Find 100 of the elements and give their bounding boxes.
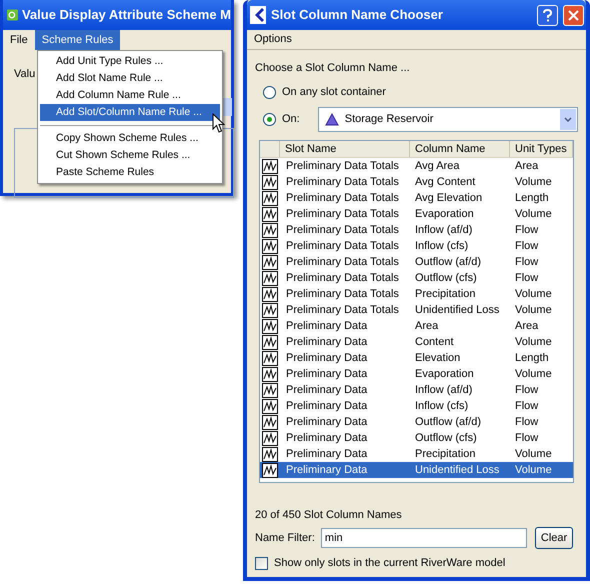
chart-icon (262, 206, 278, 222)
table-row[interactable]: Preliminary Data Area Area (260, 318, 573, 334)
table-cell-text: Inflow (af/d) (414, 222, 474, 238)
app-icon (250, 6, 266, 24)
chart-icon (262, 286, 278, 302)
table-row[interactable]: Preliminary Data Evaporation Volume (260, 366, 573, 382)
table-row[interactable]: Preliminary Data Totals Avg Elevation Length (260, 190, 573, 206)
menu-item[interactable]: Add Slot/Column Name Rule ... (40, 104, 220, 121)
table-cell-text: Avg Content (414, 174, 476, 190)
chart-icon (262, 446, 278, 462)
table-cell-text: Outflow (af/d) (414, 254, 482, 270)
table-row[interactable]: Preliminary Data Outflow (cfs) Flow (260, 430, 573, 446)
table-row[interactable]: Preliminary Data Elevation Length (260, 350, 573, 366)
clear-button[interactable]: Clear (534, 527, 574, 549)
checkbox-label: Show only slots in the current RiverWare model (274, 556, 506, 571)
table-row[interactable]: Preliminary Data Totals Avg Area Area (260, 158, 573, 174)
table-cell-text: Flow (514, 414, 540, 430)
radio-label: On any slot container (282, 84, 386, 100)
table-row[interactable]: Preliminary Data Totals Evaporation Volume (260, 206, 573, 222)
close-button[interactable] (563, 4, 584, 26)
table-cell-text: Inflow (cfs) (414, 238, 470, 254)
name-filter-field[interactable]: min (320, 528, 527, 548)
combo-value: Storage Reservoir (344, 112, 434, 127)
table-cell-text: Outflow (af/d) (414, 414, 482, 430)
table-cell-text: Avg Elevation (414, 190, 484, 206)
menu-item[interactable]: Add Column Name Rule ... (40, 87, 220, 104)
table-row[interactable]: Preliminary Data Inflow (af/d) Flow (260, 382, 573, 398)
table-row[interactable]: Preliminary Data Totals Inflow (af/d) Flow (260, 222, 573, 238)
table-cell-text: Preliminary Data (285, 446, 368, 462)
table-cell-text: Preliminary Data (285, 382, 368, 398)
checkbox[interactable] (255, 556, 268, 570)
table-cell-text: Preliminary Data Totals (285, 286, 400, 302)
table-cell-text: Preliminary Data (285, 414, 368, 430)
table-cell-text: Volume (514, 462, 553, 478)
help-button[interactable] (537, 4, 558, 26)
menu-title[interactable]: Options (247, 31, 299, 48)
table-cell-text: Elevation (414, 350, 462, 366)
question-mark-icon (543, 8, 552, 22)
table-cell-text: Precipitation (414, 446, 477, 462)
radio-button[interactable] (263, 112, 276, 126)
table-cell-text: Volume (514, 302, 553, 318)
table-row[interactable]: Preliminary Data Content Volume (260, 334, 573, 350)
chart-icon (262, 430, 278, 446)
table-cell-text: Avg Area (414, 158, 460, 174)
menu-item[interactable]: Cut Shown Scheme Rules ... (40, 147, 220, 164)
table-cell-text: Volume (514, 174, 553, 190)
table-cell-text: Outflow (cfs) (414, 270, 478, 286)
table-row[interactable]: Preliminary Data Totals Inflow (cfs) Flow (260, 238, 573, 254)
radio-button[interactable] (263, 86, 276, 98)
column-header[interactable]: Column Name (410, 141, 510, 157)
menu-title[interactable]: Scheme Rules (34, 30, 120, 50)
object-combo-box[interactable]: Storage Reservoir (318, 106, 578, 132)
table-cell-text: Preliminary Data Totals (285, 254, 400, 270)
table-cell-text: Evaporation (414, 366, 475, 382)
menu-item[interactable]: Add Unit Type Rules ... (40, 53, 220, 70)
table-cell-text: Preliminary Data (285, 318, 368, 334)
table-row[interactable]: Preliminary Data Totals Outflow (cfs) Flow (260, 270, 573, 286)
chart-icon (262, 366, 278, 382)
window-title: Value Display Attribute Scheme M (22, 6, 231, 24)
chart-icon (262, 318, 278, 334)
table-cell-text: Preliminary Data Totals (285, 270, 400, 286)
chart-icon (262, 462, 278, 478)
table-row[interactable]: Preliminary Data Outflow (af/d) Flow (260, 414, 573, 430)
table-row[interactable]: Preliminary Data Precipitation Volume (260, 446, 573, 462)
table-cell-text: Inflow (cfs) (414, 398, 470, 414)
table-cell-text: Preliminary Data Totals (285, 238, 400, 254)
table-cell-text: Area (514, 318, 540, 334)
table-row[interactable]: Preliminary Data Inflow (cfs) Flow (260, 398, 573, 414)
dropdown-button[interactable] (560, 108, 576, 130)
table-cell-text: Preliminary Data (285, 430, 368, 446)
menu-item[interactable]: Paste Scheme Rules (40, 164, 220, 181)
table-row[interactable]: Preliminary Data Totals Outflow (af/d) Flow (260, 254, 573, 270)
menu-item[interactable]: Add Slot Name Rule ... (40, 70, 220, 87)
count-text: 20 of 450 Slot Column Names (255, 508, 403, 523)
table-row[interactable]: Preliminary Data Totals Avg Content Volume (260, 174, 573, 190)
dropdown-arrow-button[interactable] (222, 98, 232, 116)
table-cell-text: Preliminary Data Totals (285, 174, 400, 190)
table-cell-text: Volume (514, 286, 553, 302)
table-cell-text: Preliminary Data Totals (285, 158, 400, 174)
table-cell-text: Volume (514, 206, 553, 222)
table-cell-text: Preliminary Data (285, 350, 368, 366)
table-row[interactable]: Preliminary Data Totals Unidentified Loss Volume (260, 302, 573, 318)
table-cell-text: Flow (514, 238, 540, 254)
column-header[interactable]: Unit Types (510, 141, 573, 157)
table-cell-text: Volume (514, 334, 553, 350)
table-row[interactable]: Preliminary Data Unidentified Loss Volume (260, 462, 573, 478)
table-cell-text: Preliminary Data (285, 366, 368, 382)
chart-icon (262, 414, 278, 430)
table-cell-text: Flow (514, 430, 540, 446)
table-row[interactable]: Preliminary Data Totals Precipitation Volume (260, 286, 573, 302)
menu-item[interactable]: Copy Shown Scheme Rules ... (40, 130, 220, 147)
table-cell-text: Preliminary Data Totals (285, 190, 400, 206)
chevron-down-icon (564, 116, 572, 122)
triangle-icon (324, 112, 339, 126)
column-header[interactable]: Slot Name (280, 141, 410, 157)
table-cell-text: Unidentified Loss (414, 302, 500, 318)
table-cell-text: Volume (514, 366, 553, 382)
filter-label: Name Filter: (255, 530, 315, 546)
menu-title[interactable]: File (3, 30, 35, 50)
table-cell-text: Preliminary Data Totals (285, 206, 400, 222)
